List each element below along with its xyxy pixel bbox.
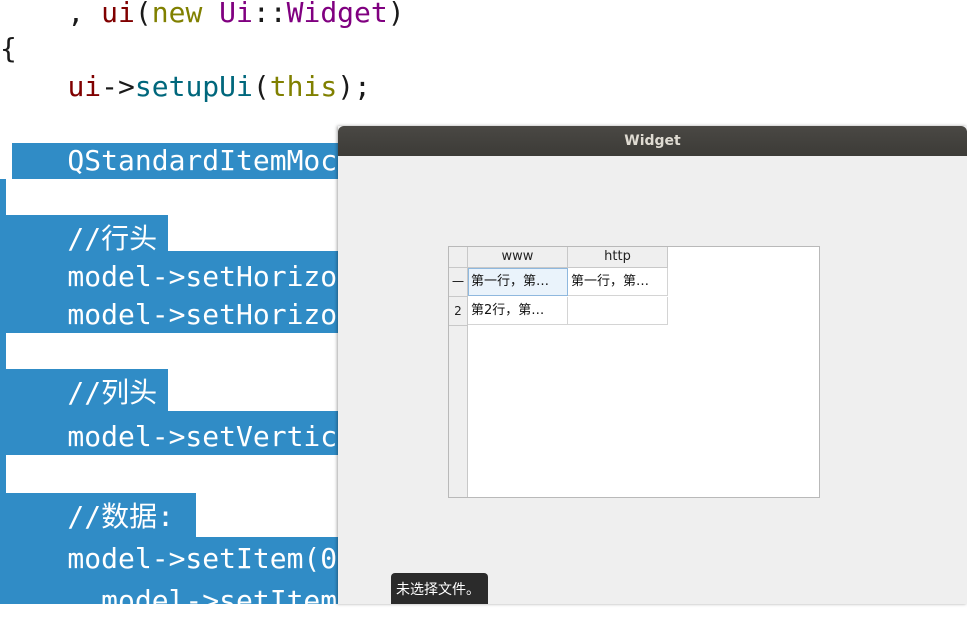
code-line: //列头 xyxy=(0,375,157,411)
code-line: model->setHorizo xyxy=(0,297,337,333)
code-token: :: xyxy=(252,0,287,29)
code-line: QStandardItemMoc xyxy=(0,143,337,179)
code-token: model->setVertic xyxy=(0,420,338,453)
code-token: , xyxy=(0,0,102,29)
code-token: { xyxy=(0,32,17,65)
column-header-www[interactable]: www xyxy=(468,247,568,268)
code-token: Ui xyxy=(219,0,253,29)
row-header-1[interactable]: 一 xyxy=(449,268,467,297)
code-line: //数据: xyxy=(0,499,174,535)
code-token: new xyxy=(151,0,203,29)
file-status-tooltip: 未选择文件。 xyxy=(391,573,488,604)
row-header-2[interactable]: 2 xyxy=(449,297,467,326)
code-token: //数据: xyxy=(0,500,175,533)
code-line: { xyxy=(0,31,17,67)
column-header-http[interactable]: http xyxy=(568,247,668,268)
code-token: Widget xyxy=(286,0,388,29)
code-token: //行头 xyxy=(0,222,158,255)
code-line: //行头 xyxy=(0,221,157,257)
table-cell[interactable] xyxy=(568,297,668,325)
code-token: QStandardItemMoc xyxy=(0,144,338,177)
code-line: , ui(new Ui::Widget) xyxy=(0,0,405,31)
selection-highlight xyxy=(0,179,6,215)
code-line: ui->setupUi(this); xyxy=(0,69,371,105)
code-token: ui xyxy=(101,0,135,29)
code-token: ( xyxy=(134,0,152,29)
widget-window[interactable]: Widget www http 一 2 第一行，第… 第一行，第… 第2行，第… xyxy=(338,126,967,604)
selection-highlight xyxy=(0,455,6,493)
code-token: model->setHorizo xyxy=(0,260,338,293)
code-token: ); xyxy=(337,70,371,103)
code-line: model->setItem xyxy=(0,583,337,619)
code-token: model->setHorizo xyxy=(0,298,338,331)
table-view[interactable]: www http 一 2 第一行，第… 第一行，第… 第2行，第… xyxy=(448,246,820,498)
window-titlebar[interactable]: Widget xyxy=(338,126,967,156)
code-token: this xyxy=(269,70,338,103)
table-cell[interactable]: 第一行，第… xyxy=(568,268,668,296)
table-cell[interactable]: 第一行，第… xyxy=(468,268,568,296)
table-corner-button[interactable] xyxy=(449,247,468,268)
code-token: model->setItem xyxy=(0,584,338,617)
window-title: Widget xyxy=(624,133,681,149)
code-token: ui xyxy=(67,70,102,103)
code-line: model->setHorizo xyxy=(0,259,337,295)
code-token: -> xyxy=(101,70,135,103)
code-token: ) xyxy=(387,0,405,29)
selection-highlight xyxy=(0,333,6,369)
code-token: //列头 xyxy=(0,376,158,409)
code-line: model->setVertic xyxy=(0,419,337,455)
code-token: ( xyxy=(252,70,270,103)
code-token: model->setItem(0 xyxy=(0,542,338,575)
table-cell[interactable]: 第2行，第… xyxy=(468,297,568,325)
vertical-header: 一 2 xyxy=(449,268,468,497)
code-token: setupUi xyxy=(134,70,253,103)
code-line: model->setItem(0 xyxy=(0,541,337,577)
